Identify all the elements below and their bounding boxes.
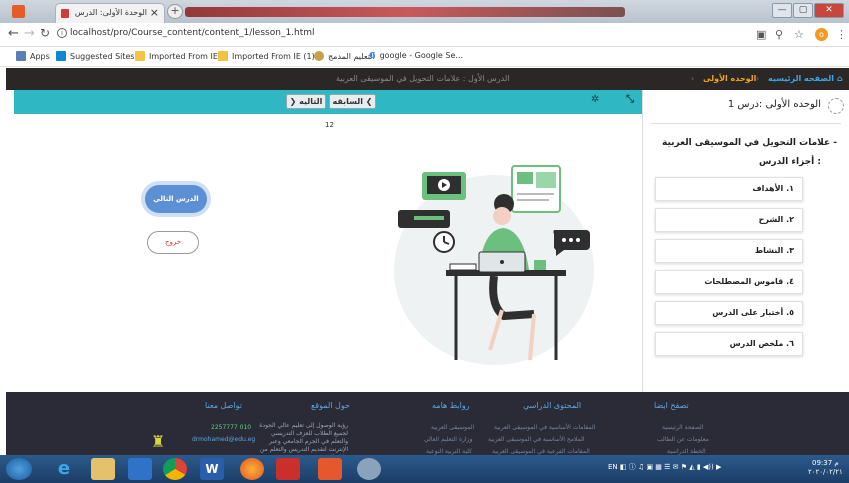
maximize-button[interactable]: ▢: [793, 3, 813, 18]
address-bar: ← → ↻ i localhost/pro/Course_content/con…: [0, 23, 849, 47]
footer-link[interactable]: كلية التربية النوعية: [426, 448, 472, 455]
browser-tab[interactable]: الوحدة الأولى: الدرس الأول ×: [55, 3, 165, 23]
footer-link[interactable]: وزارة التعليم العالي: [424, 436, 472, 443]
xampp-icon[interactable]: [318, 458, 342, 480]
part-activity[interactable]: ٣. النشاط: [655, 239, 803, 263]
footer-heading-contact: تواصل معنا: [205, 401, 242, 410]
settings-icon[interactable]: ✲: [591, 94, 599, 105]
progress-circle-icon: [828, 98, 844, 114]
bookmark-apps[interactable]: Apps: [16, 51, 50, 61]
ie-icon[interactable]: e: [52, 458, 76, 480]
divider: [651, 123, 841, 124]
taskbar-clock[interactable]: 09:37 م ٢٠٢٠/٠٢/٢١: [808, 459, 843, 477]
robot-icon: ♜: [151, 432, 166, 451]
bookmark-star-icon[interactable]: ☆: [794, 28, 804, 41]
site-footer: تصفح ايضا المحتوى الدراسي روابط هامه حول…: [6, 392, 849, 461]
browser-titlebar: الوحدة الأولى: الدرس الأول × + — ▢ ✕: [0, 0, 849, 23]
footer-heading-content: المحتوى الدراسي: [523, 401, 582, 410]
bookmark-google[interactable]: Ggoogle - Google Se...: [369, 51, 463, 60]
sidebar-title: الوحده الأولى :درس 1: [727, 99, 821, 110]
footer-link[interactable]: المقامات الفرعية في الموسيقى العربية: [492, 448, 590, 455]
google-icon: G: [369, 51, 376, 60]
part-objectives[interactable]: ١. الأهداف: [655, 177, 803, 201]
browser-menu-icon[interactable]: [12, 5, 25, 18]
language-indicator[interactable]: EN: [608, 463, 618, 471]
student-laptop-illustration: [394, 165, 594, 365]
back-icon[interactable]: ←: [8, 26, 19, 41]
contact-phone[interactable]: 010 2257777: [211, 424, 251, 431]
acrobat-icon[interactable]: [276, 458, 300, 480]
window-caption-bar: [185, 7, 625, 17]
start-button[interactable]: [6, 458, 32, 480]
breadcrumb-home[interactable]: الصفحه الرئيسيه ⌂: [768, 74, 843, 83]
media-icon[interactable]: [128, 458, 152, 480]
bookmark-imported-ie-1[interactable]: Imported From IE (1): [218, 51, 315, 61]
lesson-toolbar: ✲ ⤡ ❯ التاليه السابقه ❮: [14, 90, 642, 114]
bing-icon: [56, 51, 66, 61]
folder-icon: [218, 51, 228, 61]
footer-heading-links: روابط هامه: [432, 401, 470, 410]
url-input[interactable]: localhost/pro/Course_content/content_1/l…: [70, 28, 315, 38]
part-explanation[interactable]: ٢. الشرح: [655, 208, 803, 232]
part-glossary[interactable]: ٤. قاموس المصطلحات: [655, 270, 803, 294]
breadcrumb-separator: ›: [756, 74, 760, 83]
part-summary[interactable]: ٦. ملخص الدرس: [655, 332, 803, 356]
home-icon: ⌂: [836, 74, 843, 83]
footer-link[interactable]: الصفحة الرئيسية: [662, 424, 703, 431]
translate-icon[interactable]: ▣: [756, 28, 766, 41]
windows-taskbar: e W EN ◧ ⓘ ♫ ▣ ▦ ☰ ✉ ⚑ ◭ ▮ ◀)) ▶ 09:37 م…: [0, 455, 849, 483]
footer-link[interactable]: معلومات عن الطالب: [657, 436, 709, 443]
site-breadcrumb-bar: الدرس الأول : علامات التحويل في الموسيقى…: [6, 68, 849, 90]
close-window-button[interactable]: ✕: [814, 3, 844, 18]
parts-heading: أجزاء الدرس :: [759, 157, 821, 167]
breadcrumb-unit[interactable]: الوحده الأولى: [703, 74, 756, 83]
footer-link[interactable]: الخطة الدراسية: [667, 448, 706, 455]
folder-icon: [135, 51, 145, 61]
minimize-button[interactable]: —: [772, 3, 792, 18]
tab-favicon-icon: [61, 9, 69, 18]
system-tray: EN ◧ ⓘ ♫ ▣ ▦ ☰ ✉ ⚑ ◭ ▮ ◀)) ▶: [608, 463, 722, 471]
reload-icon[interactable]: ↻: [40, 26, 50, 40]
lesson-content: الدرس التالي خروج: [14, 114, 642, 392]
expand-icon[interactable]: ⤡: [626, 94, 634, 105]
more-menu-icon[interactable]: ⋮: [836, 28, 847, 41]
exit-button[interactable]: خروج: [147, 231, 199, 254]
footer-link[interactable]: الملامح الأساسية في الموسيقى العربية: [488, 436, 584, 443]
breadcrumb-lesson[interactable]: الدرس الأول : علامات التحويل في الموسيقى…: [336, 74, 510, 83]
footer-link[interactable]: الموسيقى العربية: [431, 424, 474, 431]
bookmark-imported-ie[interactable]: Imported From IE: [135, 51, 218, 61]
contact-email[interactable]: drmohamed@edu.eg: [192, 436, 255, 443]
profile-avatar[interactable]: o: [815, 28, 828, 41]
site-info-icon[interactable]: i: [57, 28, 67, 38]
page-number: 12: [325, 121, 334, 129]
explorer-icon[interactable]: [91, 458, 115, 480]
apps-grid-icon: [16, 51, 26, 61]
footer-heading-about: حول الموقع: [311, 401, 350, 410]
footer-link[interactable]: المقامات الأساسية في الموسيقى العربية: [494, 424, 595, 431]
breadcrumb-separator: ›: [691, 74, 695, 83]
part-quiz[interactable]: ٥. أختبار على الدرس: [655, 301, 803, 325]
chrome-icon[interactable]: [163, 458, 187, 480]
forward-icon[interactable]: →: [24, 26, 35, 41]
bookmark-blended-learning[interactable]: التعليم المدمج: [314, 51, 375, 61]
app-icon[interactable]: [357, 458, 381, 480]
word-icon[interactable]: W: [200, 458, 224, 480]
zoom-icon[interactable]: ⚲: [775, 28, 783, 41]
footer-heading-browse: تصفح ايضا: [654, 401, 689, 410]
next-page-button[interactable]: ❯ التاليه: [286, 94, 326, 109]
new-tab-button[interactable]: +: [167, 4, 183, 19]
firefox-icon[interactable]: [240, 458, 264, 480]
lesson-subject: - علامات التحويل في الموسيقى العربية: [662, 138, 837, 148]
site-icon: [314, 51, 324, 61]
lesson-sidebar: الوحده الأولى :درس 1 - علامات التحويل في…: [642, 90, 849, 392]
next-lesson-button[interactable]: الدرس التالي: [145, 185, 207, 213]
bookmark-suggested-sites[interactable]: Suggested Sites: [56, 51, 135, 61]
tab-title: الوحدة الأولى: الدرس الأول: [73, 8, 147, 17]
prev-page-button[interactable]: السابقه ❮: [329, 94, 376, 109]
tab-close-icon[interactable]: ×: [150, 6, 159, 19]
bookmarks-bar: Apps Suggested Sites Imported From IE Im…: [0, 47, 849, 67]
